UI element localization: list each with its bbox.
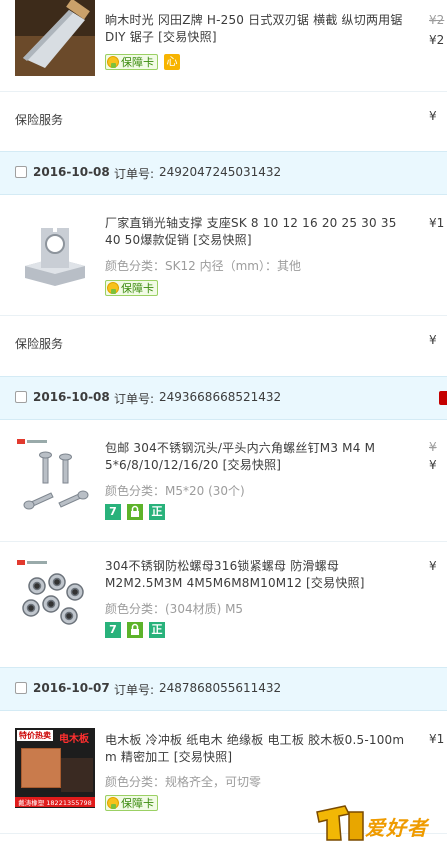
order-number-label: 订单号: [114, 392, 155, 406]
guarantee-icon [107, 797, 119, 809]
order-number: 2487868055611432 [159, 681, 282, 695]
board-sheet-icon [61, 758, 93, 792]
order-number: 2493668668521432 [159, 390, 282, 404]
insurance-price: ¥ [429, 333, 437, 347]
snapshot-link[interactable]: [交易快照] [223, 458, 282, 472]
order-date: 2016-10-07 [33, 681, 110, 695]
actual-price: ¥ [429, 458, 437, 472]
genuine-icon[interactable]: 正 [149, 622, 165, 638]
service-badges: 7 正 [105, 503, 165, 521]
order-header: 2016-10-08 订单号: 2492047245031432 [0, 151, 447, 195]
order-item: 厂家直销光轴支撑 支座SK 8 10 12 16 20 25 30 35 40 … [0, 196, 447, 314]
promo-material: 电木板 [59, 734, 89, 745]
order-header: 2016-10-07 订单号: 2487868055611432 [0, 667, 447, 711]
product-title-text[interactable]: 晌木时光 冈田Z牌 H-250 日式双刃锯 横截 纵切两用锯 DIY 锯子 [105, 13, 403, 44]
insurance-label: 保险服务 [15, 113, 64, 127]
shaft-support-image [15, 214, 95, 294]
seven-day-return-icon[interactable]: 7 [105, 504, 121, 520]
order-checkbox[interactable] [15, 391, 27, 403]
snapshot-link[interactable]: [交易快照] [174, 750, 233, 764]
lock-icon[interactable] [127, 504, 143, 520]
guarantee-card-badge[interactable]: 保障卡 [105, 795, 158, 811]
snapshot-link[interactable]: [交易快照] [193, 233, 252, 247]
screw-image [15, 435, 95, 515]
actual-price: ¥1 [429, 216, 445, 230]
order-number: 2492047245031432 [159, 165, 282, 179]
guarantee-icon [107, 282, 119, 294]
product-title[interactable]: 304不锈钢防松螺母316锁紧螺母 防滑螺母M2M2.5M3M 4M5M6M8M… [105, 558, 405, 592]
guarantee-card-badge[interactable]: 保障卡 [105, 54, 158, 70]
product-thumbnail[interactable] [15, 0, 95, 76]
product-title[interactable]: 厂家直销光轴支撑 支座SK 8 10 12 16 20 25 30 35 40 … [105, 215, 405, 249]
lock-icon[interactable] [127, 622, 143, 638]
genuine-icon[interactable]: 正 [149, 504, 165, 520]
service-badges: 保障卡 [105, 279, 158, 297]
order-date: 2016-10-08 [33, 390, 110, 404]
product-thumbnail[interactable] [15, 214, 95, 294]
insurance-row: 保险服务 ¥ [0, 315, 447, 371]
product-title[interactable]: 包邮 304不锈钢沉头/平头内六角螺丝钉M3 M4 M 5*6/8/10/12/… [105, 440, 405, 474]
product-thumbnail[interactable] [15, 435, 95, 515]
order-item: 304不锈钢防松螺母316锁紧螺母 防滑螺母M2M2.5M3M 4M5M6M8M… [0, 542, 447, 664]
promo-label: 特价热卖 [17, 730, 53, 741]
order-date: 2016-10-08 [33, 165, 110, 179]
heart-badge[interactable]: 心 [164, 54, 180, 70]
order-item: 包邮 304不锈钢沉头/平头内六角螺丝钉M3 M4 M 5*6/8/10/12/… [0, 421, 447, 539]
original-price: ¥2 [429, 13, 445, 27]
product-thumbnail[interactable]: 特价热卖 电木板 戴涛橡塑 18221355798 [15, 728, 95, 808]
product-title-text[interactable]: 电木板 冷冲板 纸电木 绝缘板 电工板 胶木板0.5-100m m 精密加工 [105, 733, 404, 764]
product-title[interactable]: 晌木时光 冈田Z牌 H-250 日式双刃锯 横截 纵切两用锯 DIY 锯子 [交… [105, 12, 405, 46]
sku-spec: 颜色分类：SK12 内径（mm）：其他 [105, 259, 301, 273]
order-number-label: 订单号: [114, 167, 155, 181]
product-thumbnail[interactable] [15, 556, 95, 636]
sku-spec: 颜色分类：规格齐全，可切零 [105, 775, 262, 789]
insurance-label: 保险服务 [15, 337, 64, 351]
actual-price: ¥2 [429, 33, 445, 47]
product-title-text[interactable]: 304不锈钢防松螺母316锁紧螺母 防滑螺母M2M2.5M3M 4M5M6M8M… [105, 559, 339, 590]
seven-day-return-icon[interactable]: 7 [105, 622, 121, 638]
service-badges: 7 正 [105, 621, 165, 639]
status-flag [439, 391, 447, 405]
watermark-text: 爱好者 [365, 816, 428, 840]
board-sheet-icon [21, 748, 61, 788]
nut-image [15, 556, 95, 636]
order-checkbox[interactable] [15, 166, 27, 178]
order-item: 晌木时光 冈田Z牌 H-250 日式双刃锯 横截 纵切两用锯 DIY 锯子 [交… [0, 0, 447, 92]
product-title[interactable]: 电木板 冷冲板 纸电木 绝缘板 电工板 胶木板0.5-100m m 精密加工 [… [105, 732, 405, 766]
insurance-price: ¥ [429, 109, 437, 123]
snapshot-link[interactable]: [交易快照] [158, 30, 217, 44]
sku-spec: 颜色分类：M5*20 (30个) [105, 484, 245, 498]
order-checkbox[interactable] [15, 682, 27, 694]
service-badges: 保障卡 心 [105, 53, 180, 71]
insurance-row: 保险服务 ¥ [0, 91, 447, 147]
saw-image [15, 0, 95, 76]
order-number-label: 订单号: [114, 683, 155, 697]
actual-price: ¥ [429, 559, 437, 573]
sku-spec: 颜色分类：(304材质) M5 [105, 602, 244, 616]
guarantee-card-badge[interactable]: 保障卡 [105, 280, 158, 296]
actual-price: ¥1 [429, 732, 445, 746]
site-watermark-logo: 爱好者 [315, 800, 447, 845]
snapshot-link[interactable]: [交易快照] [306, 576, 365, 590]
promo-contact: 戴涛橡塑 18221355798 [15, 797, 95, 807]
order-header: 2016-10-08 订单号: 2493668668521432 [0, 376, 447, 420]
guarantee-icon [107, 56, 119, 68]
original-price: ¥ [429, 440, 437, 454]
service-badges: 保障卡 [105, 794, 158, 812]
